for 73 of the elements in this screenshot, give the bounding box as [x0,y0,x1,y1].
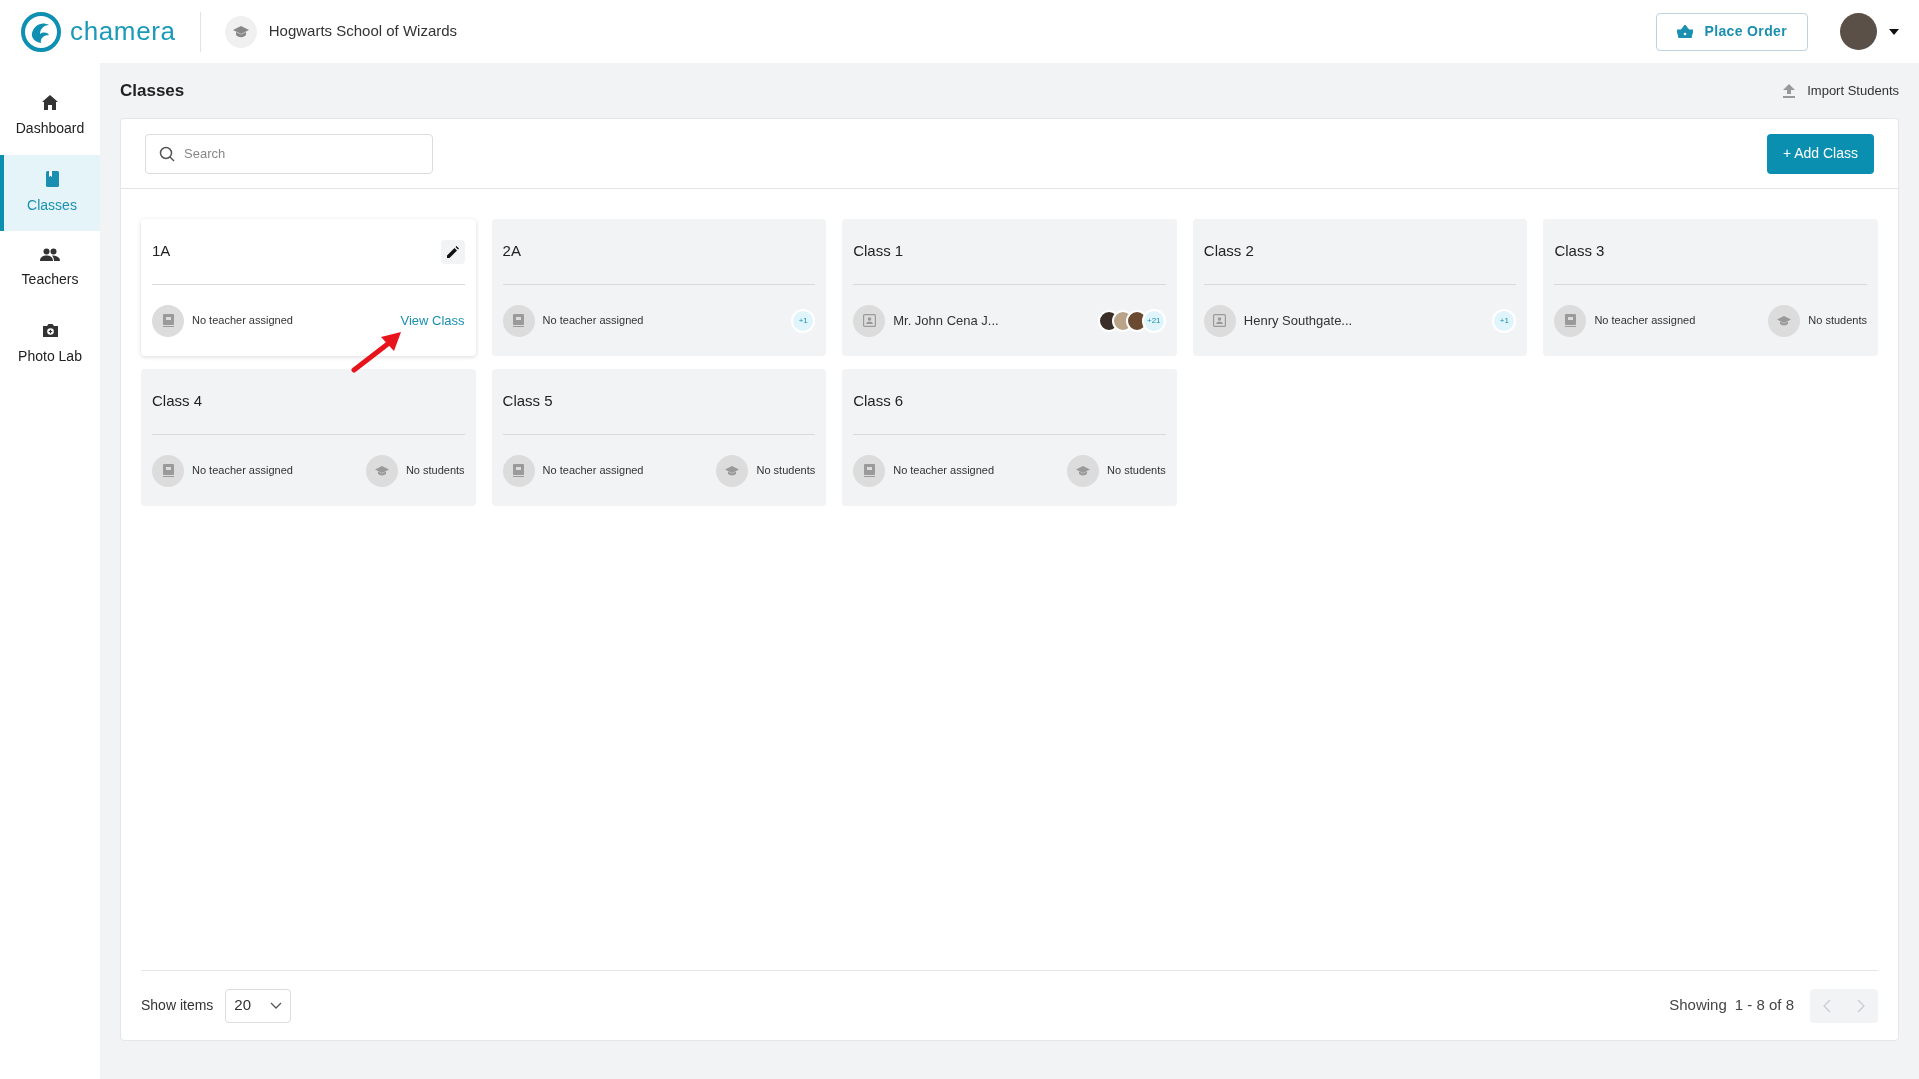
class-card[interactable]: 1A No teacher assigned View Class [141,219,476,356]
no-students-label: No students [405,463,465,479]
class-card[interactable]: Class 3 No teacher assigned No students [1543,219,1878,356]
page-title: Classes [120,79,185,102]
user-avatar[interactable] [1840,13,1877,50]
class-name: 1A [152,241,171,262]
teacher-placeholder-icon [502,454,535,487]
teacher-name: No teacher assigned [893,463,995,479]
student-count-badge: +1 [791,308,816,333]
teacher-placeholder-icon [152,304,184,337]
student-count-badge: +21 [1141,308,1166,333]
student-count-badge: +1 [1492,308,1517,333]
logo-icon [20,10,62,53]
pencil-icon [446,245,459,258]
place-order-button[interactable]: Place Order [1655,12,1808,51]
page-size-select[interactable]: 20 [225,988,292,1023]
import-students-link[interactable]: Import Students [1783,80,1899,101]
class-name: Class 4 [152,391,203,412]
camera-icon [41,323,59,338]
teacher-name: No teacher assigned [542,463,644,479]
no-students-label: No students [1107,463,1166,479]
people-icon [40,248,60,261]
teacher-name: No teacher assigned [192,313,293,329]
school-icon [224,15,257,48]
showing-label: Showing [1669,995,1727,1016]
teacher-name: Henry Southgate... [1243,311,1353,330]
sidebar-item[interactable]: Photo Lab [0,307,100,383]
search-icon [159,145,175,162]
page-range: 1 - 8 of 8 [1734,995,1794,1016]
class-name: Class 6 [853,391,904,412]
teacher-name: Mr. John Cena J... [893,311,999,330]
class-name: Class 2 [1203,241,1254,262]
class-card[interactable]: Class 4 No teacher assigned No students [141,369,476,506]
graduation-cap-icon [365,454,398,487]
teacher-placeholder-icon [502,304,535,337]
no-students-label: No students [756,463,816,479]
teacher-name: No teacher assigned [1594,313,1696,329]
class-name: Class 1 [853,241,904,262]
chevron-down-icon [270,1002,283,1009]
teacher-placeholder-icon [1554,304,1587,337]
basket-icon [1676,25,1693,38]
brand-name: chamera [70,15,176,48]
class-card[interactable]: Class 5 No teacher assigned No students [491,369,827,506]
class-card[interactable]: 2A No teacher assigned +1 [491,219,827,356]
class-card[interactable]: Class 2 Henry Southgate... +1 [1192,219,1528,356]
search-field[interactable]: Search [145,133,433,174]
sidebar-item[interactable]: Dashboard [0,79,100,155]
view-class-link[interactable]: View Class [400,310,465,331]
add-class-button[interactable]: + Add Class [1766,133,1874,174]
edit-button[interactable] [440,239,465,264]
graduation-cap-icon [1067,454,1100,487]
caret-icon[interactable] [1889,28,1899,35]
upload-icon [1783,83,1796,98]
home-icon [42,95,58,110]
class-name: Class 3 [1554,241,1605,262]
annotation-arrow [351,329,403,373]
sidebar-item[interactable]: Teachers [0,231,100,307]
school-name: Hogwarts School of Wizards [268,21,458,42]
graduation-cap-icon [1768,304,1801,337]
teacher-name: No teacher assigned [542,313,644,329]
teacher-placeholder-icon [152,454,184,487]
class-name: 2A [502,241,521,262]
class-name: Class 5 [502,391,553,412]
book-icon [45,170,59,187]
show-items-label: Show items [141,996,214,1015]
graduation-cap-icon [716,454,749,487]
teacher-portrait-icon [853,304,886,337]
teacher-name: No teacher assigned [192,463,293,479]
teacher-portrait-icon [1203,304,1236,337]
teacher-placeholder-icon [853,454,886,487]
no-students-label: No students [1808,313,1867,329]
class-card[interactable]: Class 6 No teacher assigned No students [842,369,1177,506]
class-card[interactable]: Class 1 Mr. John Cena J... +21 [842,219,1177,356]
